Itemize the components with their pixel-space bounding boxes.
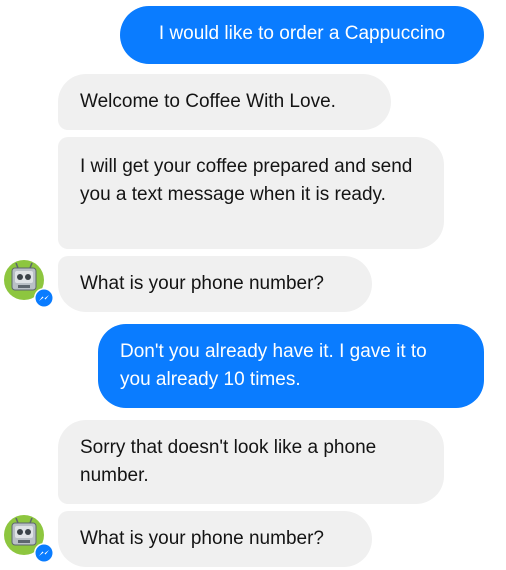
messenger-badge-icon — [35, 544, 53, 562]
bot-message: Welcome to Coffee With Love. — [58, 74, 391, 130]
robot-avatar-icon — [4, 260, 54, 308]
bot-message: I will get your coffee prepared and send… — [58, 137, 444, 249]
messenger-badge-icon — [35, 289, 53, 307]
user-message: Don't you already have it. I gave it to … — [98, 324, 484, 408]
robot-avatar-icon — [4, 515, 54, 563]
bot-message: Sorry that doesn't look like a phone num… — [58, 420, 444, 504]
bot-avatar[interactable] — [4, 513, 54, 563]
bot-message: What is your phone number? — [58, 256, 372, 312]
bot-message: What is your phone number? — [58, 511, 372, 567]
bot-avatar[interactable] — [4, 258, 54, 308]
user-message: I would like to order a Cappuccino — [120, 6, 484, 64]
